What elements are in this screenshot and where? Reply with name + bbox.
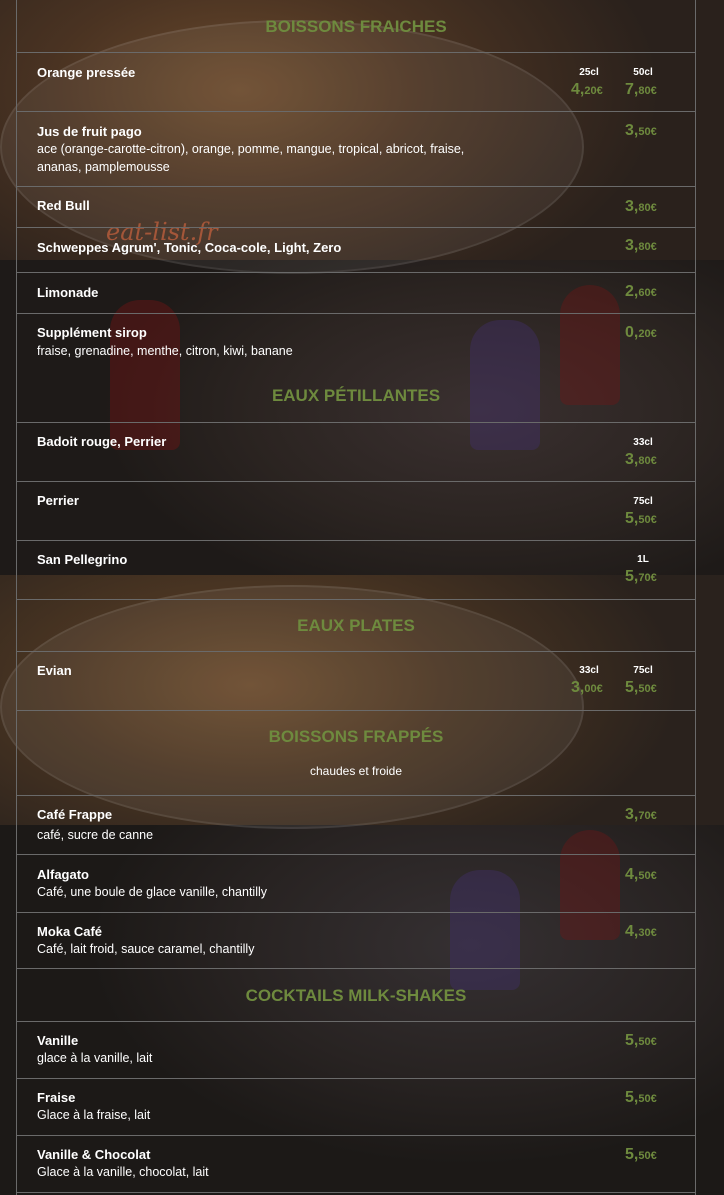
item-name: Limonade bbox=[37, 285, 99, 300]
menu-item-fraise: Fraise Glace à la fraise, lait 5,50€ bbox=[17, 1078, 695, 1135]
item-description: ace (orange-carotte-citron), orange, pom… bbox=[37, 142, 465, 174]
item-name: Fraise bbox=[37, 1090, 76, 1105]
menu-item-limonade: Limonade 2,60€ bbox=[17, 272, 695, 313]
item-price: 5,50€ bbox=[625, 679, 657, 696]
divider bbox=[17, 1192, 695, 1193]
menu-item-alfagato: Alfagato Café, une boule de glace vanill… bbox=[17, 854, 695, 912]
menu-item-perrier: Perrier 75cl 5,50€ bbox=[17, 481, 695, 540]
section-title-eaux-plates: EAUX PLATES bbox=[297, 616, 415, 635]
menu-item-badoit-rouge-perrier: Badoit rouge, Perrier 33cl 3,80€ bbox=[17, 422, 695, 481]
item-price: 3,70€ bbox=[625, 806, 657, 823]
item-name: Jus de fruit pago bbox=[37, 124, 142, 139]
item-size: 75cl bbox=[633, 665, 653, 676]
item-size: 33cl bbox=[633, 437, 653, 448]
item-size: 25cl bbox=[579, 67, 599, 78]
menu-item-schweppes: Schweppes Agrum', Tonic, Coca-cole, Ligh… bbox=[17, 227, 695, 272]
item-price: 4,50€ bbox=[625, 866, 657, 883]
item-description: Glace à la vanille, chocolat, lait bbox=[37, 1165, 209, 1179]
item-name: Moka Café bbox=[37, 924, 103, 939]
menu-item-vanille: Vanille glace à la vanille, lait 5,50€ bbox=[17, 1021, 695, 1078]
item-size: 50cl bbox=[633, 67, 653, 78]
divider bbox=[17, 968, 695, 969]
item-price: 7,80€ bbox=[625, 81, 657, 98]
menu-item-moka-cafe: Moka Café Café, lait froid, sauce carame… bbox=[17, 912, 695, 968]
item-name: Vanille & Chocolat bbox=[37, 1147, 151, 1162]
item-description: Café, lait froid, sauce caramel, chantil… bbox=[37, 942, 255, 956]
drinks-menu: BOISSONS FRAICHES Orange pressée 25cl 4,… bbox=[16, 0, 696, 1195]
item-price: 4,20€ bbox=[571, 81, 603, 98]
item-price: 3,80€ bbox=[625, 451, 657, 468]
item-price: 3,80€ bbox=[625, 198, 657, 215]
item-name: Red Bull bbox=[37, 198, 90, 213]
item-name: Badoit rouge, Perrier bbox=[37, 434, 167, 449]
item-name: Supplément sirop bbox=[37, 325, 147, 340]
item-description: Glace à la fraise, lait bbox=[37, 1108, 151, 1122]
item-name: Vanille bbox=[37, 1033, 79, 1048]
divider bbox=[17, 599, 695, 600]
item-name: San Pellegrino bbox=[37, 552, 128, 567]
item-price: 5,50€ bbox=[625, 1146, 657, 1163]
section-title-cocktails-milk-shakes: COCKTAILS MILK-SHAKES bbox=[245, 986, 467, 1005]
menu-item-evian: Evian 33cl 3,00€ 75cl 5,50€ bbox=[17, 651, 695, 710]
menu-item-supplement-sirop: Supplément sirop fraise, grenadine, ment… bbox=[17, 313, 695, 373]
item-name: Alfagato bbox=[37, 867, 89, 882]
menu-item-red-bull: Red Bull 3,80€ bbox=[17, 186, 695, 227]
menu-item-jus-de-fruit-pago: Jus de fruit pago ace (orange-carotte-ci… bbox=[17, 111, 695, 186]
item-name: Evian bbox=[37, 663, 72, 678]
item-price: 5,70€ bbox=[625, 568, 657, 585]
section-subtitle: chaudes et froide bbox=[309, 764, 403, 778]
item-price: 3,80€ bbox=[625, 237, 657, 254]
menu-item-cafe-frappe: Café Frappe café, sucre de canne 3,70€ bbox=[17, 795, 695, 854]
divider bbox=[17, 710, 695, 711]
item-name: Perrier bbox=[37, 493, 79, 508]
menu-item-vanille-chocolat: Vanille & Chocolat Glace à la vanille, c… bbox=[17, 1135, 695, 1192]
item-price: 2,60€ bbox=[625, 283, 657, 300]
item-price: 5,50€ bbox=[625, 1089, 657, 1106]
section-title-boissons-fraiches: BOISSONS FRAICHES bbox=[265, 17, 447, 36]
menu-item-orange-pressee: Orange pressée 25cl 4,20€ 50cl 7,80€ bbox=[17, 52, 695, 111]
item-price: 0,20€ bbox=[625, 324, 657, 341]
item-name: Schweppes Agrum', Tonic, Coca-cole, Ligh… bbox=[37, 240, 342, 255]
item-price: 4,30€ bbox=[625, 923, 657, 940]
item-size: 33cl bbox=[579, 665, 599, 676]
item-description: café, sucre de canne bbox=[37, 828, 154, 842]
item-price: 5,50€ bbox=[625, 510, 657, 527]
item-size: 1L bbox=[637, 554, 649, 565]
section-title-boissons-frappes: BOISSONS FRAPPÉS bbox=[268, 727, 444, 746]
item-description: glace à la vanille, lait bbox=[37, 1051, 153, 1065]
item-description: fraise, grenadine, menthe, citron, kiwi,… bbox=[37, 344, 293, 358]
item-price: 5,50€ bbox=[625, 1032, 657, 1049]
item-description: Café, une boule de glace vanille, chanti… bbox=[37, 885, 268, 899]
section-title-eaux-petillantes: EAUX PÉTILLANTES bbox=[271, 386, 441, 405]
item-name: Café Frappe bbox=[37, 807, 113, 822]
menu-item-san-pellegrino: San Pellegrino 1L 5,70€ bbox=[17, 540, 695, 599]
item-price: 3,50€ bbox=[625, 122, 657, 139]
item-name: Orange pressée bbox=[37, 65, 136, 80]
item-price: 3,00€ bbox=[571, 679, 603, 696]
item-size: 75cl bbox=[633, 496, 653, 507]
